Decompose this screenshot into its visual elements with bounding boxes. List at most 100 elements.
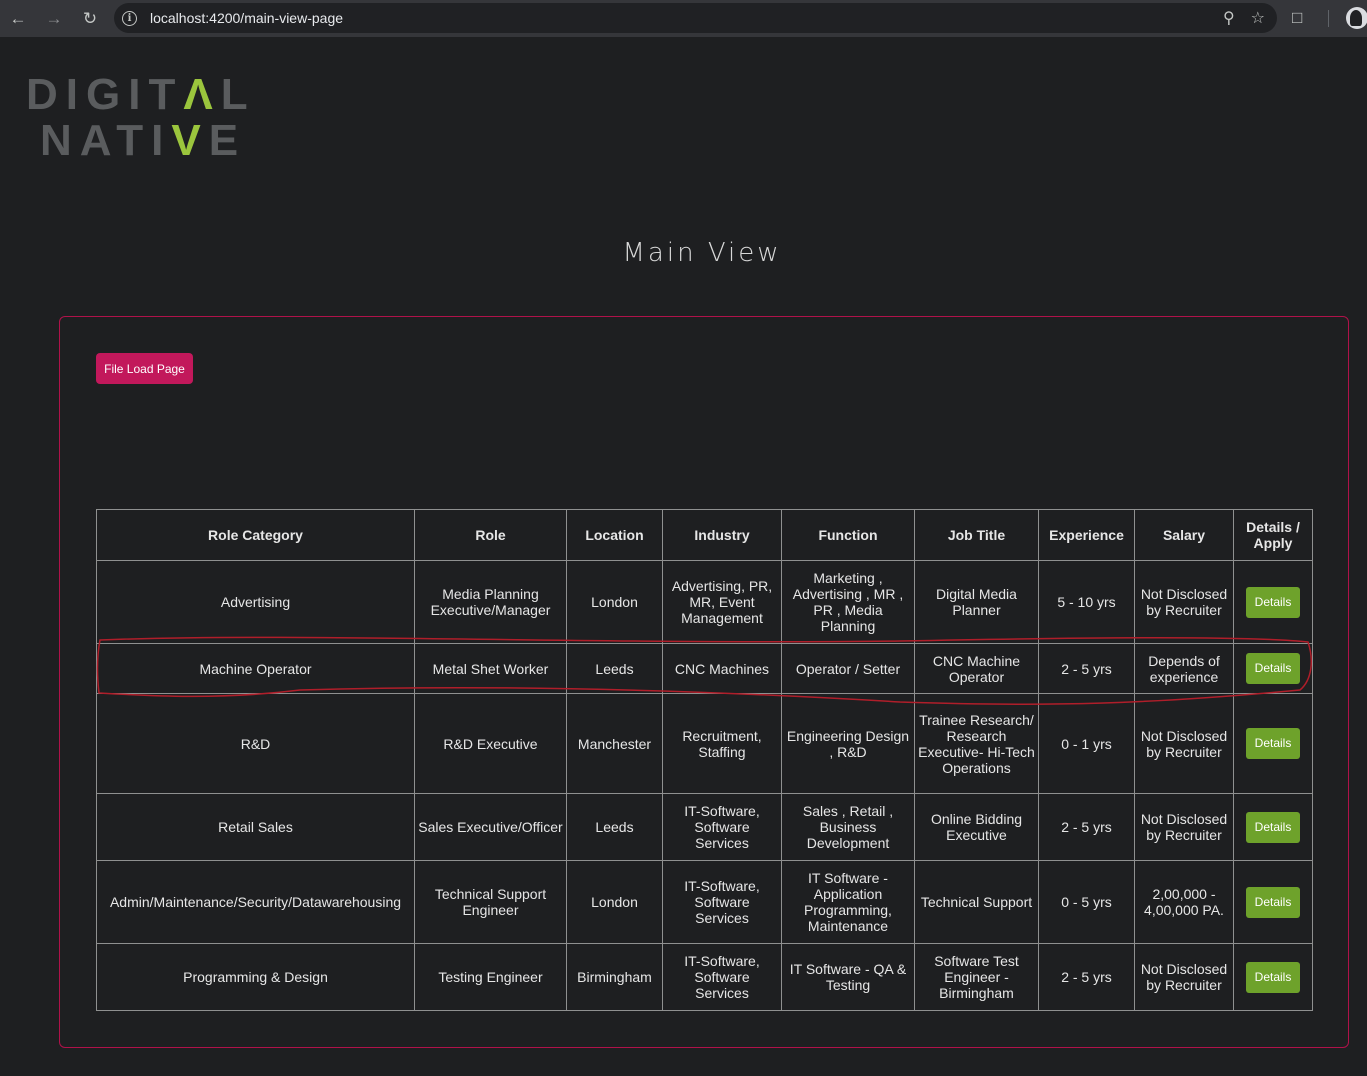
logo-line-2: NATIVE [40, 118, 256, 164]
cell-experience: 0 - 1 yrs [1038, 693, 1135, 794]
cell-salary: Depends of experience [1134, 643, 1234, 694]
column-header-role: Role [414, 509, 567, 561]
jobs-table: Role Category Role Location Industry Functio… [96, 509, 1313, 1011]
cell-location: Leeds [566, 793, 663, 861]
cell-role-category: Advertising [96, 560, 415, 644]
table-header-row: Role Category Role Location Industry Functio… [96, 509, 1313, 561]
cell-salary: Not Disclosed by Recruiter [1134, 693, 1234, 794]
cell-industry: IT-Software, Software Services [662, 860, 782, 944]
cell-industry: IT-Software, Software Services [662, 943, 782, 1011]
address-bar[interactable]: i localhost:4200/main-view-page ⚲ ☆ [114, 3, 1277, 33]
cell-function: Engineering Design , R&D [781, 693, 915, 794]
column-header-industry: Industry [662, 509, 782, 561]
details-button[interactable]: Details [1246, 886, 1300, 918]
cell-job-title: Software Test Engineer - Birmingham [914, 943, 1039, 1011]
table-row: Programming & Design Testing Engineer Birm… [96, 943, 1313, 1011]
cell-salary: Not Disclosed by Recruiter [1134, 943, 1234, 1011]
cell-role: R&D Executive [414, 693, 567, 794]
cell-experience: 2 - 5 yrs [1038, 793, 1135, 861]
table-body: Advertising Media Planning Executive/Mana… [96, 560, 1313, 1011]
cell-role: Metal Shet Worker [414, 643, 567, 694]
url-path: :4200/main-view-page [205, 10, 344, 26]
details-button[interactable]: Details [1246, 811, 1300, 843]
logo-line-1: DIGITΛL [26, 72, 256, 118]
cell-function: Marketing , Advertising , MR , PR , Medi… [781, 560, 915, 644]
table-row: Advertising Media Planning Executive/Mana… [96, 560, 1313, 644]
cell-function: IT Software - Application Programming, M… [781, 860, 915, 944]
table-row: Machine Operator Metal Shet Worker Leeds CN… [96, 643, 1313, 694]
logo-text: E [208, 116, 247, 165]
logo-text: DIGIT [26, 70, 184, 119]
column-header-role-category: Role Category [96, 509, 415, 561]
cell-job-title: Online Bidding Executive [914, 793, 1039, 861]
cell-role: Testing Engineer [414, 943, 567, 1011]
cell-role-category: Admin/Maintenance/Security/Datawarehousi… [96, 860, 415, 944]
forward-arrow-icon[interactable]: → [36, 0, 72, 37]
cell-function: Sales , Retail , Business Development [781, 793, 915, 861]
logo-text: L [220, 70, 256, 119]
zoom-icon[interactable]: ⚲ [1223, 8, 1235, 28]
column-header-job-title: Job Title [914, 509, 1039, 561]
page-title: Main View [622, 238, 782, 268]
cell-experience: 2 - 5 yrs [1038, 643, 1135, 694]
column-header-location: Location [566, 509, 663, 561]
cell-job-title: Trainee Research/ Research Executive- Hi… [914, 693, 1039, 794]
toolbar-divider [1328, 10, 1329, 27]
cell-experience: 0 - 5 yrs [1038, 860, 1135, 944]
logo-accent: Λ [183, 70, 221, 119]
cell-job-title: CNC Machine Operator [914, 643, 1039, 694]
details-cell: Details [1233, 860, 1313, 944]
cell-experience: 2 - 5 yrs [1038, 943, 1135, 1011]
url-text[interactable]: localhost:4200/main-view-page [150, 10, 343, 26]
cell-location: Manchester [566, 693, 663, 794]
cell-location: London [566, 560, 663, 644]
cell-job-title: Technical Support [914, 860, 1039, 944]
column-header-experience: Experience [1038, 509, 1135, 561]
cell-role-category: Retail Sales [96, 793, 415, 861]
column-header-details-apply: Details / Apply [1233, 509, 1313, 561]
cell-location: Birmingham [566, 943, 663, 1011]
details-cell: Details [1233, 693, 1313, 794]
details-button[interactable]: Details [1246, 961, 1300, 993]
details-button[interactable]: Details [1246, 653, 1300, 684]
details-button[interactable]: Details [1246, 728, 1300, 759]
cell-role: Media Planning Executive/Manager [414, 560, 567, 644]
reload-icon[interactable]: ↻ [72, 0, 108, 37]
cell-function: Operator / Setter [781, 643, 915, 694]
bookmark-star-icon[interactable]: ☆ [1251, 8, 1265, 28]
cell-role-category: R&D [96, 693, 415, 794]
cell-role: Sales Executive/Officer [414, 793, 567, 861]
cell-industry: Advertising, PR, MR, Event Management [662, 560, 782, 644]
details-button[interactable]: Details [1246, 586, 1300, 618]
browser-toolbar: ← → ↻ i localhost:4200/main-view-page ⚲ … [0, 0, 1367, 37]
url-host: localhost [150, 10, 206, 26]
table-row: R&D R&D Executive Manchester Recruitment, S… [96, 693, 1313, 794]
cell-job-title: Digital Media Planner [914, 560, 1039, 644]
profile-avatar[interactable] [1346, 7, 1367, 29]
cell-salary: Not Disclosed by Recruiter [1134, 560, 1234, 644]
details-cell: Details [1233, 943, 1313, 1011]
cell-role-category: Machine Operator [96, 643, 415, 694]
cell-role-category: Programming & Design [96, 943, 415, 1011]
details-cell: Details [1233, 560, 1313, 644]
site-info-icon[interactable]: i [122, 10, 137, 26]
details-cell: Details [1233, 793, 1313, 861]
details-cell: Details [1233, 643, 1313, 694]
cell-location: Leeds [566, 643, 663, 694]
cell-location: London [566, 860, 663, 944]
cell-salary: 2,00,000 - 4,00,000 PA. [1134, 860, 1234, 944]
digital-native-logo: DIGITΛL NATIVE [26, 72, 256, 164]
cell-function: IT Software - QA & Testing [781, 943, 915, 1011]
file-load-page-button[interactable]: File Load Page [96, 353, 193, 384]
cell-industry: IT-Software, Software Services [662, 793, 782, 861]
logo-text: NATI [40, 116, 172, 165]
cell-role: Technical Support Engineer [414, 860, 567, 944]
logo-accent: V [171, 116, 209, 165]
extensions-icon[interactable]: □ [1292, 8, 1312, 28]
table-row: Retail Sales Sales Executive/Officer Leeds… [96, 793, 1313, 861]
cell-industry: Recruitment, Staffing [662, 693, 782, 794]
cell-industry: CNC Machines [662, 643, 782, 694]
column-header-salary: Salary [1134, 509, 1234, 561]
cell-experience: 5 - 10 yrs [1038, 560, 1135, 644]
back-arrow-icon[interactable]: ← [0, 0, 36, 37]
